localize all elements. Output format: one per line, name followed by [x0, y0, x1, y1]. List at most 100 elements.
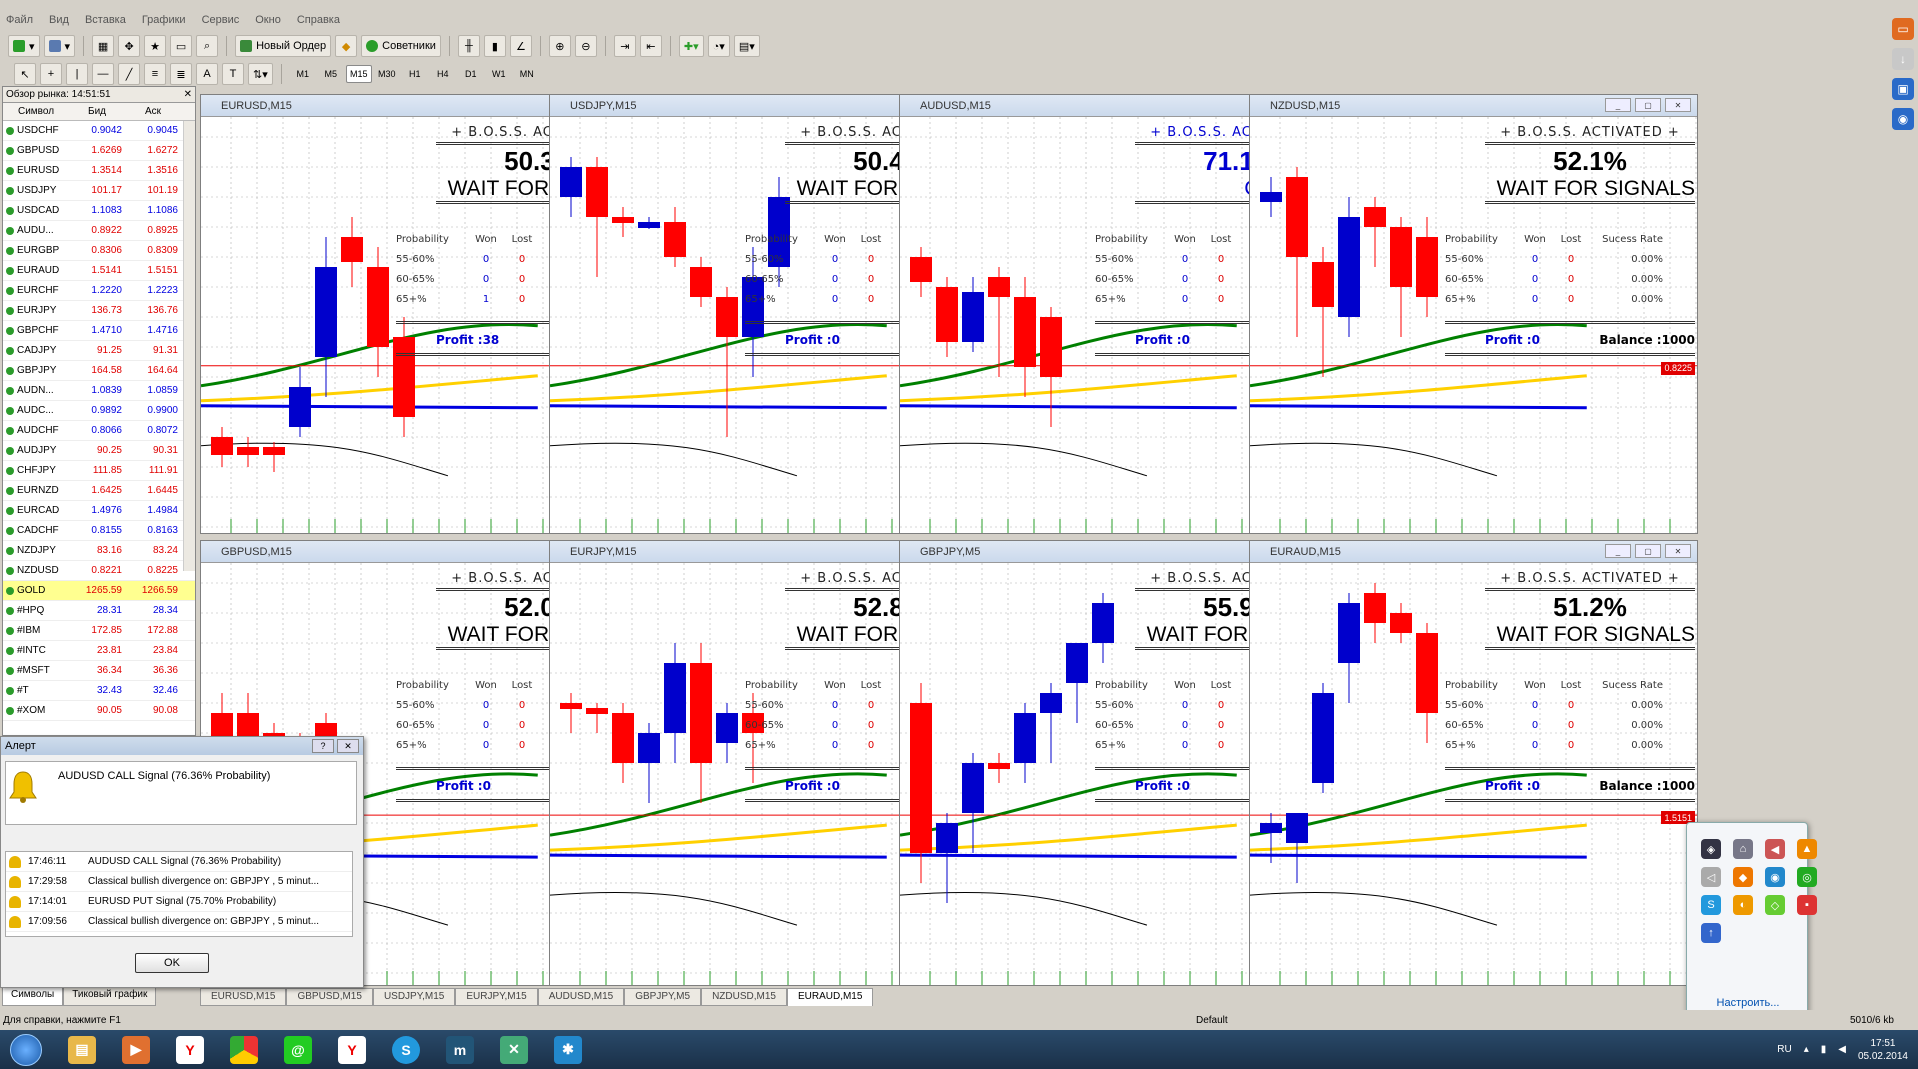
market-watch-row[interactable]: USDJPY 101.17 101.19 — [3, 181, 195, 201]
maximize-icon[interactable]: ▢ — [1635, 98, 1661, 112]
chart-tab[interactable]: EURAUD,M15 — [786, 988, 874, 1006]
clock[interactable]: 17:51 05.02.2014 — [1858, 1037, 1908, 1063]
alert-history-row[interactable]: 17:09:56 Classical bullish divergence on:… — [6, 912, 352, 932]
menu-item[interactable]: Вставка — [85, 14, 126, 26]
menu-item[interactable]: Справка — [297, 14, 340, 26]
app-icon-gray[interactable]: ↓ — [1892, 48, 1914, 70]
taskbar-skype[interactable]: S — [382, 1032, 430, 1068]
volume-icon[interactable]: ◀ — [1838, 1044, 1846, 1055]
tray-icon-8[interactable]: ◎ — [1797, 867, 1817, 887]
zoom-in-icon[interactable]: ⊕ — [548, 35, 571, 57]
tray-icon-6[interactable]: ◆ — [1733, 867, 1753, 887]
timeframe-m1[interactable]: M1 — [290, 65, 316, 83]
indicators-icon[interactable]: ✚▾ — [678, 35, 704, 57]
taskbar-metatrader[interactable]: ✕ — [490, 1032, 538, 1068]
tray-icon-7[interactable]: ◉ — [1765, 867, 1785, 887]
taskbar-app-snow[interactable]: ✱ — [544, 1032, 592, 1068]
autoscroll-icon[interactable]: ⇥ — [613, 35, 636, 57]
network-icon[interactable]: ▮ — [1821, 1044, 1827, 1055]
templates-icon[interactable]: ▤▾ — [733, 35, 760, 57]
taskbar-explorer[interactable]: ▤ — [58, 1032, 106, 1068]
market-watch-row[interactable]: #T 32.43 32.46 — [3, 681, 195, 701]
update-icon[interactable]: ↑ — [1701, 923, 1721, 943]
alert-history-row[interactable]: 17:14:01 EURUSD PUT Signal (75.70% Probab… — [6, 892, 352, 912]
market-watch-row[interactable]: EURJPY 136.73 136.76 — [3, 301, 195, 321]
market-watch-row[interactable]: AUDN... 1.0839 1.0859 — [3, 381, 195, 401]
vlc-icon[interactable]: ▲ — [1797, 839, 1817, 859]
menu-item[interactable]: Окно — [255, 14, 281, 26]
tab-tick-chart[interactable]: Тиковый график — [63, 986, 157, 1006]
close-icon[interactable]: ✕ — [1665, 544, 1691, 558]
alert-history-row[interactable]: 17:06:43EURUSD PUT Signal (78.48% Probab… — [6, 932, 352, 936]
taskbar-player[interactable]: ▶ — [112, 1032, 160, 1068]
chart-title-bar[interactable]: NZDUSD,M15 _ ▢ ✕ — [1250, 95, 1697, 117]
chart-tab[interactable]: USDJPY,M15 — [372, 988, 456, 1006]
market-watch-row[interactable]: AUDCHF 0.8066 0.8072 — [3, 421, 195, 441]
market-watch-row[interactable]: EURNZD 1.6425 1.6445 — [3, 481, 195, 501]
market-watch-row[interactable]: AUDC... 0.9892 0.9900 — [3, 401, 195, 421]
market-watch-row[interactable]: NZDUSD 0.8221 0.8225 — [3, 561, 195, 581]
tray-expand-icon[interactable]: ▴ — [1804, 1044, 1809, 1055]
market-watch-row[interactable]: GBPUSD 1.6269 1.6272 — [3, 141, 195, 161]
timeframe-m5[interactable]: M5 — [318, 65, 344, 83]
tray-icon-2[interactable]: ⌂ — [1733, 839, 1753, 859]
configure-link[interactable]: Настроить... — [1687, 997, 1809, 1009]
vertical-line-icon[interactable]: | — [66, 63, 88, 85]
tray-icon-11[interactable]: ◇ — [1765, 895, 1785, 915]
col-symbol[interactable]: Символ — [3, 103, 69, 120]
minimize-icon[interactable]: _ — [1605, 98, 1631, 112]
chart-tab[interactable]: EURUSD,M15 — [200, 988, 287, 1006]
timeframe-w1[interactable]: W1 — [486, 65, 512, 83]
speaker-icon[interactable]: ◀ — [1765, 839, 1785, 859]
close-icon[interactable]: ✕ — [1665, 98, 1691, 112]
chart-tab[interactable]: NZDUSD,M15 — [701, 988, 787, 1006]
market-watch-row[interactable]: EURCHF 1.2220 1.2223 — [3, 281, 195, 301]
col-ask[interactable]: Аск — [125, 103, 181, 120]
menu-item[interactable]: Графики — [142, 14, 186, 26]
tray-icon-10[interactable]: ◐ — [1733, 895, 1753, 915]
timeframe-m30[interactable]: M30 — [374, 65, 400, 83]
start-button[interactable] — [0, 1030, 52, 1069]
menu-item[interactable]: Вид — [49, 14, 69, 26]
market-watch-row[interactable]: AUDU... 0.8922 0.8925 — [3, 221, 195, 241]
chart-tab[interactable]: EURJPY,M15 — [455, 988, 538, 1006]
chart-tab[interactable]: AUDUSD,M15 — [537, 988, 625, 1006]
close-icon[interactable]: ✕ — [184, 89, 195, 100]
chart-title-bar[interactable]: EURAUD,M15 _ ▢ ✕ — [1250, 541, 1697, 563]
metaeditor-icon[interactable]: ◆ — [335, 35, 358, 57]
new-order-button[interactable]: Новый Ордер — [235, 35, 332, 57]
skype-icon[interactable]: S — [1701, 895, 1721, 915]
market-watch-row[interactable]: AUDJPY 90.25 90.31 — [3, 441, 195, 461]
menu-item[interactable]: Файл — [6, 14, 33, 26]
taskbar-mailru[interactable]: @ — [274, 1032, 322, 1068]
market-watch-icon[interactable]: ▦ — [92, 35, 115, 57]
alert-history-row[interactable]: 17:29:58 Classical bullish divergence on:… — [6, 872, 352, 892]
taskbar-yandex-browser[interactable]: Y — [328, 1032, 376, 1068]
market-watch-row[interactable]: #IBM 172.85 172.88 — [3, 621, 195, 641]
tray-icon-12[interactable]: ▪ — [1797, 895, 1817, 915]
close-icon[interactable]: ✕ — [337, 739, 359, 753]
arrows-icon[interactable]: ⇅▾ — [248, 63, 273, 85]
profiles-button[interactable]: ▾ — [43, 35, 76, 57]
maximize-icon[interactable]: ▢ — [1635, 544, 1661, 558]
market-watch-row[interactable]: CADCHF 0.8155 0.8163 — [3, 521, 195, 541]
timeframe-d1[interactable]: D1 — [458, 65, 484, 83]
taskbar-chrome[interactable] — [220, 1032, 268, 1068]
chart-window[interactable]: NZDUSD,M15 _ ▢ ✕ + B.O.S.S. ACTIVATED + 52… — [1249, 94, 1698, 534]
zoom-out-icon[interactable]: ⊖ — [574, 35, 597, 57]
terminal-icon[interactable]: ▭ — [170, 35, 193, 57]
chart-tab[interactable]: GBPJPY,M5 — [624, 988, 702, 1006]
periods-icon[interactable]: ◔▾ — [707, 35, 730, 57]
chart-tab[interactable]: GBPUSD,M15 — [286, 988, 373, 1006]
bar-chart-icon[interactable]: ╫ — [457, 35, 480, 57]
app-icon-globe[interactable]: ◉ — [1892, 108, 1914, 130]
language-indicator[interactable]: RU — [1777, 1044, 1791, 1055]
market-watch-row[interactable]: #MSFT 36.34 36.36 — [3, 661, 195, 681]
market-watch-row[interactable]: GOLD 1265.59 1266.59 — [3, 581, 195, 601]
col-bid[interactable]: Бид — [69, 103, 125, 120]
chart-shift-icon[interactable]: ⇤ — [639, 35, 662, 57]
crosshair-icon[interactable]: + — [40, 63, 62, 85]
minimize-icon[interactable]: _ — [1605, 544, 1631, 558]
market-watch-scrollbar[interactable] — [183, 121, 195, 571]
navigator-icon[interactable]: ★ — [144, 35, 167, 57]
